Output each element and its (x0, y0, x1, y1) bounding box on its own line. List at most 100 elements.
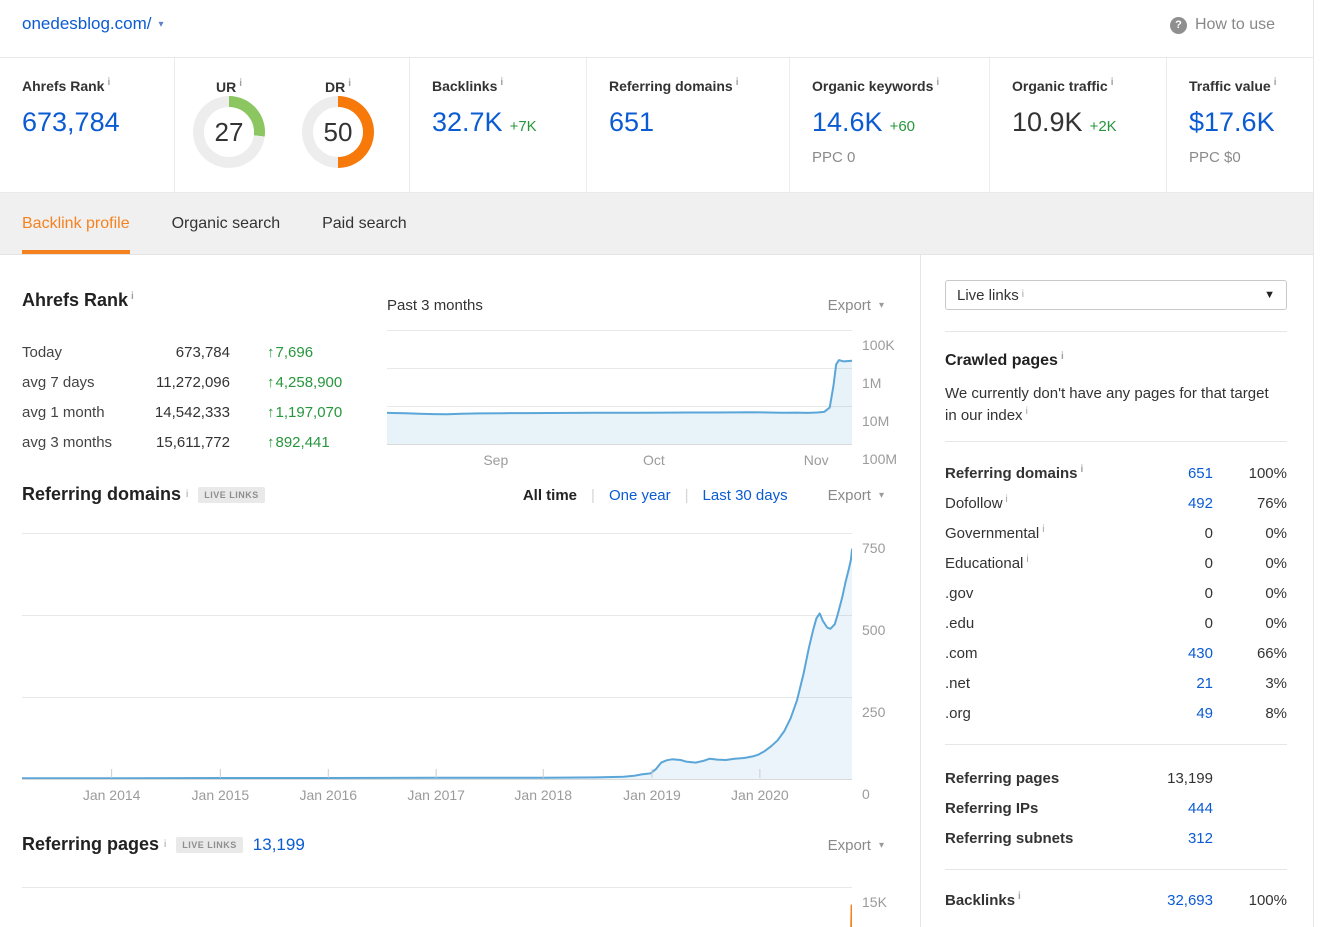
referring-domains-value[interactable]: 651 (609, 107, 789, 138)
tab-organic-search[interactable]: Organic search (172, 193, 281, 254)
row-value[interactable]: 21 (1133, 675, 1213, 692)
how-to-use-label: How to use (1195, 16, 1275, 34)
row-value[interactable]: 651 (1133, 465, 1213, 482)
stat-ahrefs-rank: Ahrefs Ranki 673,784 (0, 58, 175, 192)
x-axis-label: Jan 2014 (83, 787, 141, 803)
row-percent: 0% (1213, 585, 1287, 602)
report-tabs: Backlink profile Organic search Paid sea… (0, 193, 1313, 255)
row-value[interactable]: 430 (1133, 645, 1213, 662)
rank-row-label: Today (22, 344, 130, 361)
chart-gridline (387, 444, 852, 445)
help-icon: ? (1170, 17, 1187, 34)
chevron-down-icon: ▾ (879, 300, 884, 311)
refdomains-time-filter: All time | One year | Last 30 days Expor… (523, 487, 884, 504)
x-axis-label: Nov (804, 452, 829, 468)
row-value: 0 (1133, 585, 1213, 602)
rank-row-label: avg 7 days (22, 374, 130, 391)
organic-keywords-value[interactable]: 14.6K (812, 107, 883, 137)
x-axis-label: Jan 2015 (192, 787, 250, 803)
row-label: .com (945, 645, 1133, 662)
y-axis-label: 250 (862, 704, 885, 720)
y-axis-label: 750 (862, 540, 885, 556)
row-percent: 0% (1213, 615, 1287, 632)
ppc-value: PPC $0 (1189, 149, 1313, 166)
up-arrow-icon: ↑ (267, 404, 275, 421)
ahrefs-rank-row: avg 7 days11,272,096↑4,258,900 (22, 367, 382, 397)
rank-row-change: ↑892,441 (267, 434, 330, 451)
traffic-value-value[interactable]: $17.6K (1189, 107, 1313, 138)
rank-export-button[interactable]: Export▾ (828, 297, 884, 314)
referring-pages-count[interactable]: 13,199 (253, 835, 305, 855)
stat-ur-dr: URi 27 DRi 50 (175, 58, 410, 192)
tab-backlink-profile[interactable]: Backlink profile (22, 193, 130, 254)
backlinks-value[interactable]: 32.7K (432, 107, 503, 137)
row-value[interactable]: 49 (1133, 705, 1213, 722)
referring-pages-chart[interactable] (22, 887, 852, 927)
row-percent: 8% (1213, 705, 1287, 722)
info-icon: i (736, 77, 739, 88)
info-icon: i (348, 78, 351, 89)
filter-last-30-days[interactable]: Last 30 days (703, 487, 788, 504)
ahrefs-rank-row: avg 3 months15,611,772↑892,441 (22, 427, 382, 457)
rank-row-value: 673,784 (130, 344, 230, 361)
row-value[interactable]: 32,693 (1133, 892, 1213, 909)
chevron-down-icon: ▾ (158, 19, 163, 30)
links-mode-dropdown[interactable]: Live links i ▼ (945, 280, 1287, 310)
live-links-badge: LIVE LINKS (176, 837, 243, 853)
page-right-border (1313, 0, 1314, 927)
sidebar-stat-row: Referring IPs444 (945, 793, 1287, 823)
sidebar-stat-row: Governmentali00% (945, 518, 1287, 548)
y-axis-label: 100M (862, 451, 897, 467)
chevron-down-icon: ▾ (879, 840, 884, 851)
row-percent: 100% (1213, 465, 1287, 482)
row-label: .org (945, 705, 1133, 722)
tab-paid-search[interactable]: Paid search (322, 193, 407, 254)
sidebar-divider (945, 744, 1287, 745)
live-links-badge: LIVE LINKS (198, 487, 265, 503)
ahrefs-rank-chart[interactable] (387, 330, 852, 444)
refdomains-export-button[interactable]: Export▾ (828, 487, 884, 504)
stat-label: Ahrefs Rank (22, 78, 104, 94)
chevron-down-icon: ▾ (879, 490, 884, 501)
rank-row-value: 14,542,333 (130, 404, 230, 421)
info-icon: i (500, 77, 503, 88)
info-icon: i (1042, 524, 1044, 535)
row-value[interactable]: 444 (1133, 800, 1213, 817)
stat-traffic-value: Traffic valuei $17.6K PPC $0 (1167, 58, 1313, 192)
stat-referring-domains: Referring domainsi 651 (587, 58, 790, 192)
filter-one-year[interactable]: One year (609, 487, 671, 504)
y-axis-label: 1M (862, 375, 881, 391)
referring-domains-chart[interactable] (22, 533, 852, 779)
info-icon: i (131, 291, 134, 302)
row-percent: 66% (1213, 645, 1287, 662)
stat-backlinks: Backlinksi 32.7K+7K (410, 58, 587, 192)
how-to-use-link[interactable]: ? How to use (1170, 16, 1275, 34)
row-percent: 0% (1213, 525, 1287, 542)
row-value[interactable]: 312 (1133, 830, 1213, 847)
row-label: Referring pages (945, 770, 1133, 787)
filter-all-time[interactable]: All time (523, 487, 577, 504)
row-label: Referring IPs (945, 800, 1133, 817)
ppc-keywords: PPC 0 (812, 149, 989, 166)
page: onedesblog.com/ ▾ ? How to use Ahrefs Ra… (0, 0, 1325, 927)
row-value: 0 (1133, 525, 1213, 542)
info-icon: i (1018, 891, 1021, 902)
row-label: Referring domainsi (945, 465, 1133, 482)
row-label: Dofollowi (945, 495, 1133, 512)
referring-pages-heading: Referring pages i LIVE LINKS 13,199 (22, 834, 305, 855)
refpages-export-button[interactable]: Export▾ (828, 837, 884, 854)
sidebar-stat-row: .net213% (945, 668, 1287, 698)
row-value: 0 (1133, 555, 1213, 572)
ahrefs-rank-row: avg 1 month14,542,333↑1,197,070 (22, 397, 382, 427)
backlinks-delta: +7K (510, 118, 537, 135)
row-label: Educationali (945, 555, 1133, 572)
ur-gauge: URi 27 (193, 96, 265, 168)
ahrefs-rank-value[interactable]: 673,784 (22, 107, 174, 138)
row-percent: 3% (1213, 675, 1287, 692)
target-domain-selector[interactable]: onedesblog.com/ ▾ (22, 14, 164, 34)
row-label: Governmentali (945, 525, 1133, 542)
y-axis-label: 100K (862, 337, 895, 353)
y-axis-label: 0 (862, 786, 870, 802)
row-value[interactable]: 492 (1133, 495, 1213, 512)
stat-label: Organic keywords (812, 78, 933, 94)
